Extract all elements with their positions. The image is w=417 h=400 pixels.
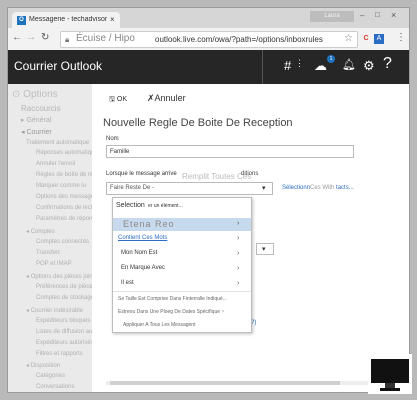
nav-item[interactable]: Comptes connectés [36,239,89,245]
nav-item[interactable]: Traitement automatique [26,140,89,146]
maximize-icon[interactable]: □ [375,10,380,19]
ellipsis-icon[interactable]: ⋮ [295,58,304,69]
nav-item[interactable]: ◂ Disposition [26,362,60,369]
tab-bar: O Messagerie - techadvisor × Laura – □ × [8,8,409,28]
url-text: outlook.live.com/owa/?path=/options/inbo… [155,35,323,44]
outlook-header: Courrier Outlook # ⋮ ☁ 1 🔔︎ ⚙ ? [8,50,409,84]
nav-shortcuts[interactable]: Raccourcis [21,104,61,113]
menu-header-sub: er un élément... [148,203,183,209]
name-label: Nom [106,136,119,142]
action-select[interactable]: ▾ [256,243,274,255]
condition-dropdown-menu: Selection er un élément... Etena Reo › C… [112,197,252,333]
menu-item[interactable]: Il est › [113,278,251,291]
profile-button[interactable]: Laura [310,11,354,22]
chevron-right-icon: › [237,235,240,242]
condition-select[interactable]: Faire Reste De - ▾ [106,182,273,195]
nav-item[interactable]: Catégories [36,373,65,379]
menu-header: Selection er un élément... [113,201,251,214]
menu-item[interactable]: Mon Nom Est › [113,248,251,261]
back-icon[interactable]: ← [12,32,22,43]
nav-item[interactable]: Comptes de stockage [36,295,94,301]
skype-icon[interactable]: # [284,58,291,73]
nav-item[interactable]: Annuler l'envoi [36,161,75,167]
forward-icon[interactable]: → [26,32,36,43]
extension-a-icon[interactable]: A [374,34,384,44]
nav-general[interactable]: ▸ Général [21,116,51,124]
nav-item[interactable]: ◂ Comptes [26,228,55,235]
close-tab-icon[interactable]: × [110,15,115,24]
chevron-down-icon: ▾ [262,246,266,253]
nav-mail[interactable]: ◂ Courrier [21,128,52,136]
cancel-button[interactable]: ✗Annuler [147,93,186,104]
scrollbar-thumb[interactable] [110,381,340,385]
menu-item[interactable]: Etena Reo › [113,218,251,231]
menu-item[interactable]: En Marque Avec › [113,263,251,276]
condition-label: Lorsque le message arrive [106,171,177,177]
menu-item[interactable]: Estreou Dans Une Ploeg De Dates Spécifiq… [113,307,251,320]
browser-window: O Messagerie - techadvisor × Laura – □ ×… [8,8,409,392]
horizontal-scrollbar[interactable] [106,381,409,385]
browser-menu-icon[interactable]: ⋮ [396,32,406,43]
menu-divider [113,291,251,292]
gear-icon[interactable]: ⚙ [363,58,375,74]
nav-item[interactable]: Filtres et rapports [36,351,83,357]
chevron-right-icon: › [237,220,240,227]
minimize-icon[interactable]: – [360,11,364,20]
select-contacts-link[interactable]: SélectionnCes With tacts... [282,185,354,191]
monitor-icon [371,359,409,391]
options-heading[interactable]: ⊙ Options [12,89,58,100]
menu-item[interactable]: Contient Ces Mots › [113,233,251,246]
condition-select-value: Faire Reste De - [110,185,155,191]
browser-tab[interactable]: O Messagerie - techadvisor × [12,12,120,28]
monitor-logo-icon [368,354,412,394]
help-icon[interactable]: ? [383,55,392,73]
notification-badge: 1 [327,55,335,63]
save-button[interactable]: 🖫 OK [109,95,127,106]
address-bar[interactable]: 🔒︎ Écuise / Hipo outlook.live.com/owa/?p… [60,31,358,48]
nav-item[interactable]: Options des messages [36,194,97,200]
outlook-favicon-icon: O [17,16,26,25]
options-sidebar: ⊙ Options Raccourcis ▸ Général ◂ Courrie… [8,84,115,392]
chat-icon[interactable]: ☁ [314,58,327,74]
chevron-right-icon: › [237,250,240,257]
nav-item[interactable]: Paramètres de réponse [36,216,99,222]
menu-item[interactable]: Se Taille Est Comprise Dans Finterralle … [113,294,251,307]
menu-header-label: Selection [116,202,145,209]
chevron-right-icon: › [237,280,240,287]
chevron-right-icon: › [237,265,240,272]
menu-item[interactable]: Appliquer A Tous Les Messagent [113,320,251,333]
reload-icon[interactable]: ↻ [41,32,49,43]
panel-title: Nouvelle Regle De Boite De Reception [103,117,293,129]
close-window-icon[interactable]: × [391,10,396,20]
bell-icon[interactable]: 🔔︎ [342,58,356,71]
browser-toolbar: ← → ↻ 🔒︎ Écuise / Hipo outlook.live.com/… [8,28,409,51]
condition-label-end: ditions [241,171,259,177]
nav-item[interactable]: Marquer comme lu [36,183,86,189]
nav-item[interactable]: Expéditeurs bloqués [36,318,90,324]
nav-item[interactable]: ◂ Courrier indésirable [26,307,83,314]
url-prefix: Écuise / Hipo [76,33,135,44]
nav-item[interactable]: Conversations [36,384,74,390]
extension-b-icon[interactable]: C [361,34,371,44]
lock-icon: 🔒︎ [65,35,70,44]
nav-item[interactable]: POP et IMAP [36,261,72,267]
app-title[interactable]: Courrier Outlook [14,59,102,73]
nav-item[interactable]: Transfert [36,250,60,256]
nav-item[interactable]: ◂ Options des pièces jointes [26,273,101,280]
bookmark-star-icon[interactable]: ☆ [344,33,353,44]
rule-name-field[interactable]: Famille [106,145,354,158]
nav-item[interactable]: Expéditeurs autorisés [36,340,94,346]
header-divider [262,50,263,84]
tab-title: Messagerie - techadvisor [29,16,107,23]
chevron-down-icon: ▾ [262,185,266,192]
nav-item[interactable]: Réponses automatiques [36,150,101,156]
